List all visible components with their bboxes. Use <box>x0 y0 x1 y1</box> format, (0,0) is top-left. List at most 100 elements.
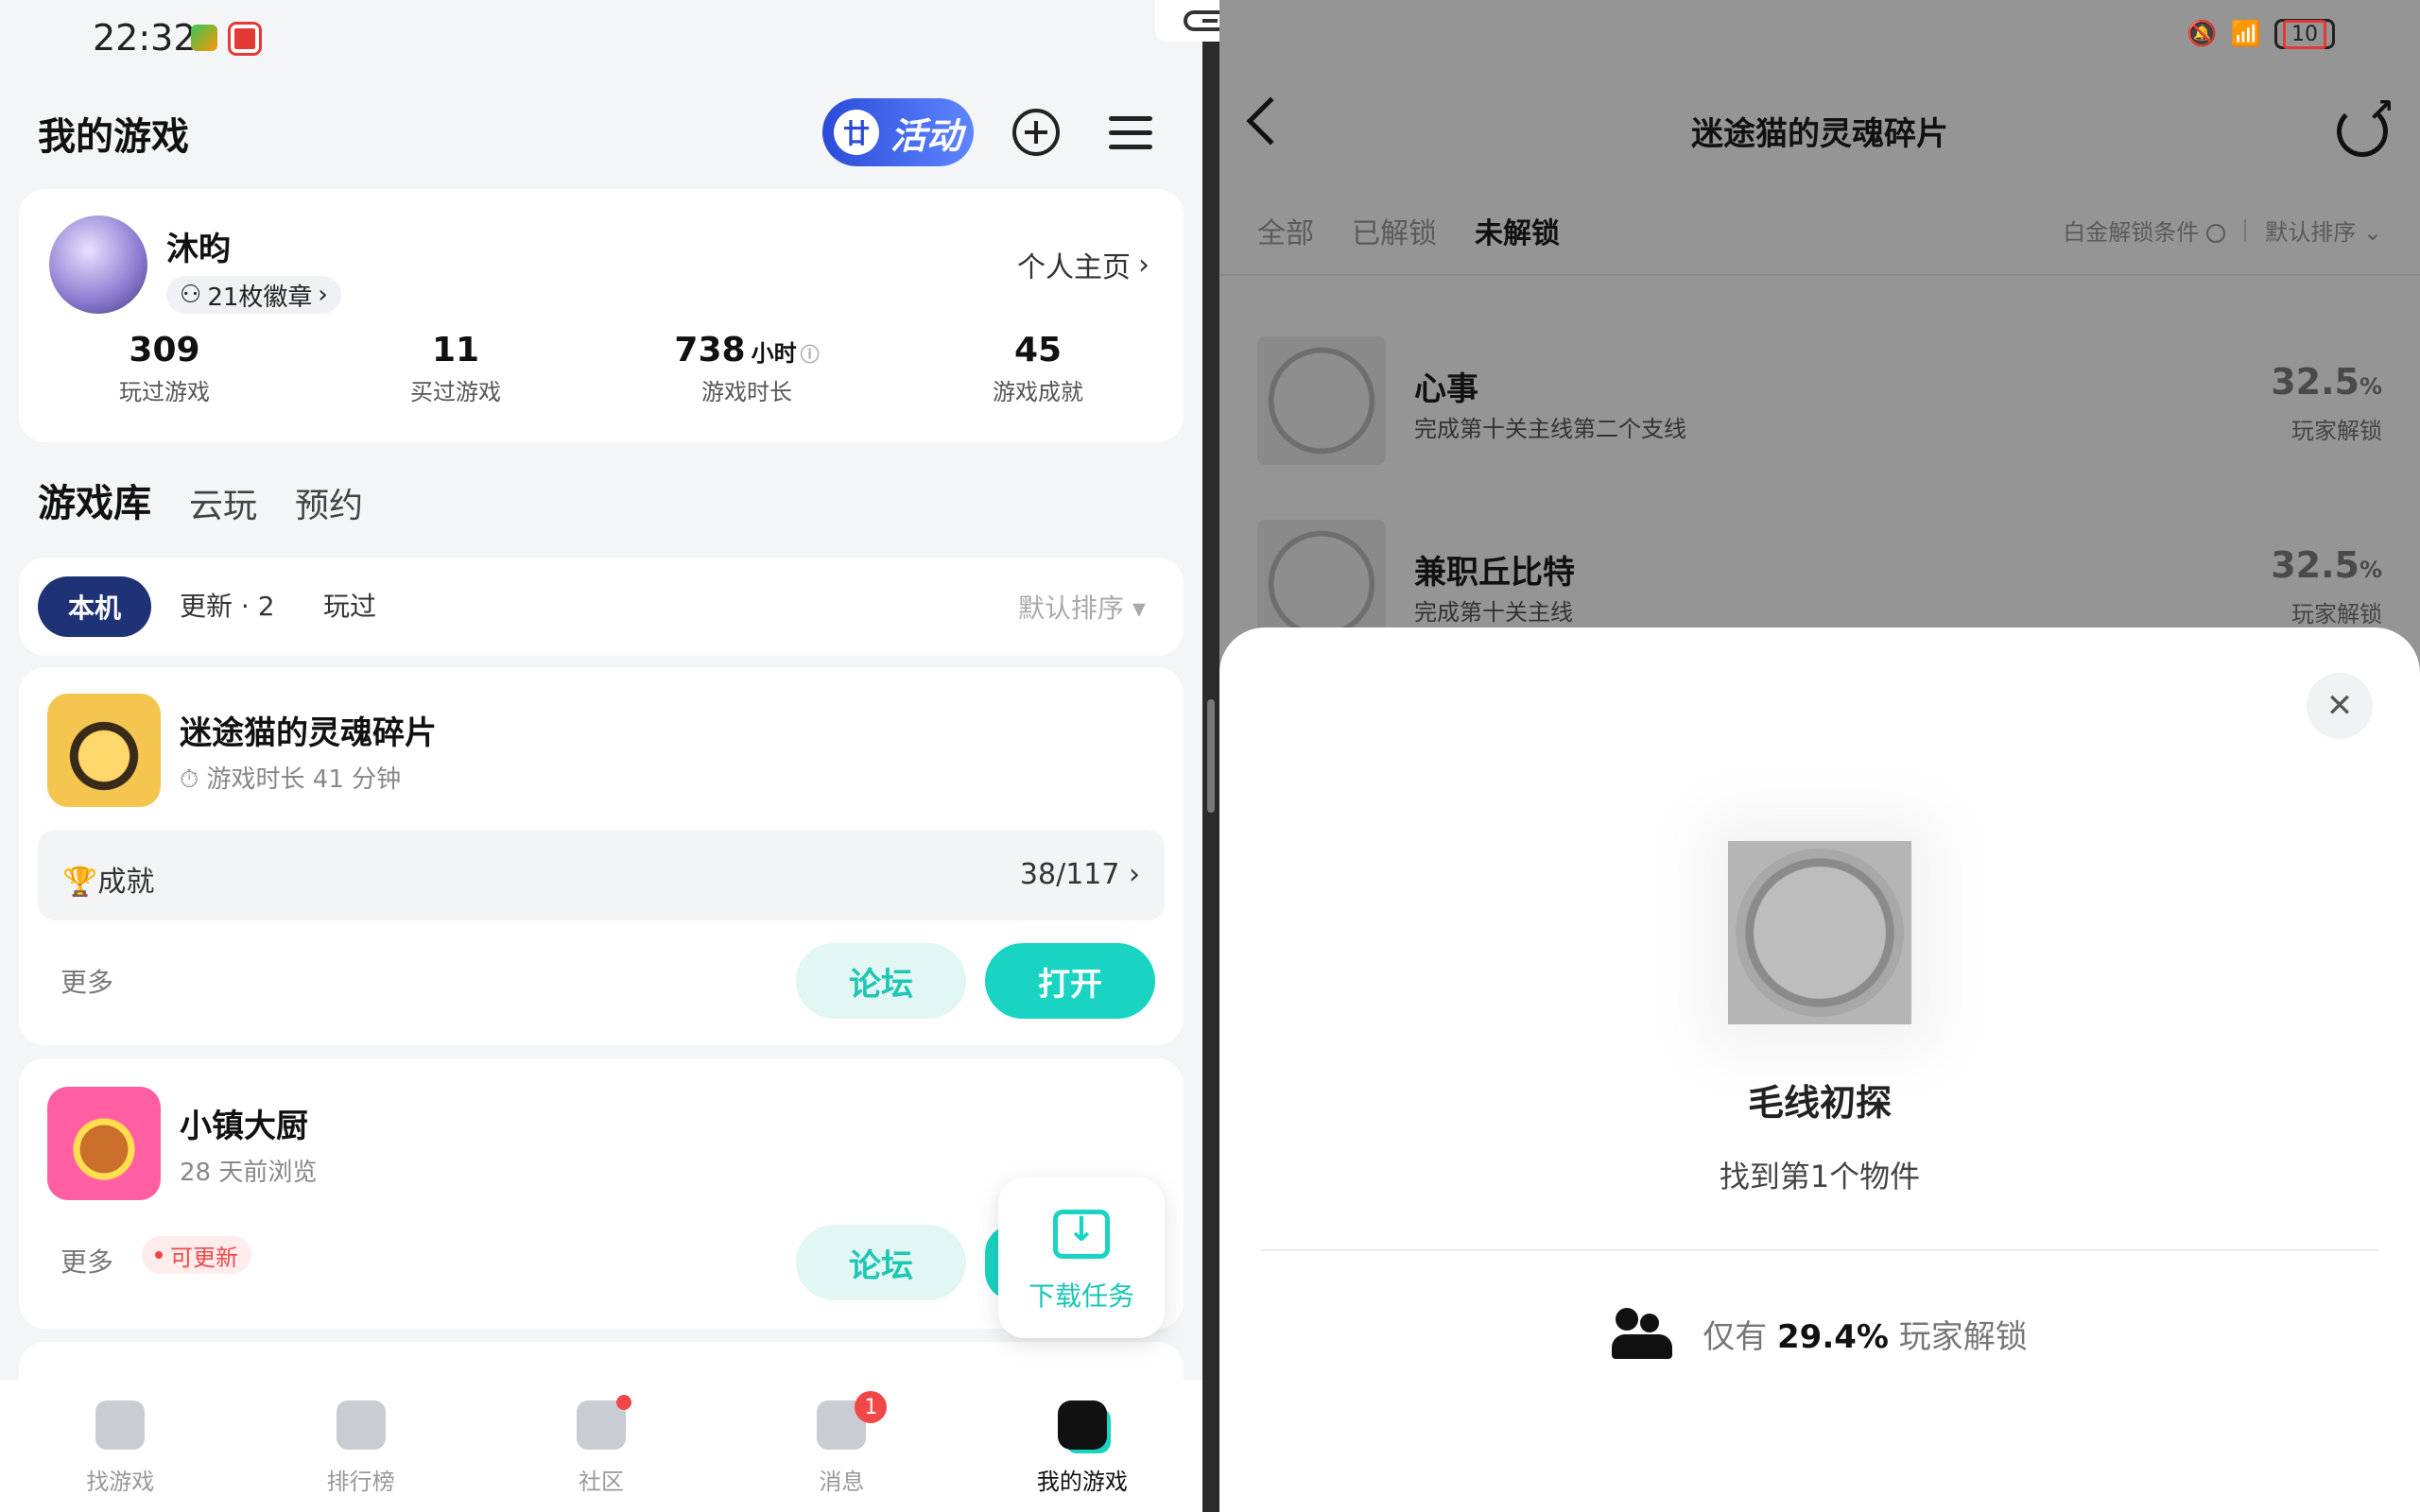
stat-value: 11 <box>431 331 480 369</box>
chevron-right-icon: › <box>1138 248 1150 282</box>
badges-button[interactable]: ⚇ 21枚徽章 › <box>166 276 341 314</box>
stat-playtime[interactable]: 738 小时 ⓘ 游戏时长 <box>601 331 892 406</box>
nav-label: 消息 <box>819 1469 865 1495</box>
video-app-icon <box>191 25 217 51</box>
stat-bought[interactable]: 11 买过游戏 <box>310 331 601 406</box>
my-games-pane: 22:32 我的游戏 廿 活动 沐昀 ⚇ 21枚徽章 › 个人主页 › 309 … <box>0 0 1202 1512</box>
radio-icon <box>2206 224 2226 243</box>
game-name[interactable]: 小镇大厨 <box>180 1100 308 1146</box>
download-tasks-button[interactable]: 下载任务 <box>998 1177 1165 1338</box>
page-title: 我的游戏 <box>38 115 189 159</box>
people-icon <box>1612 1308 1674 1359</box>
game-card: 迷途猫的灵魂碎片 ⏱ 游戏时长 41 分钟 🏆成就 38/117 › 更多 论坛… <box>19 667 1184 1045</box>
menu-icon <box>1109 115 1152 121</box>
status-app-icons <box>191 22 262 56</box>
achievement-pct-label: 玩家解锁 <box>2291 601 2382 627</box>
info-icon[interactable]: ⓘ <box>801 343 820 366</box>
stat-label: 游戏时长 <box>701 379 792 405</box>
menu-button[interactable] <box>1102 104 1159 161</box>
avatar[interactable] <box>49 215 147 314</box>
filter-update[interactable]: 更新 · 2 <box>180 586 275 624</box>
hammer-icon <box>95 1400 146 1450</box>
split-divider[interactable] <box>1202 0 1219 1512</box>
unlock-rate-value: 29.4% <box>1777 1317 1889 1356</box>
achievement-icon <box>1257 336 1386 465</box>
plus-circle-icon <box>1012 109 1060 156</box>
add-button[interactable] <box>1008 104 1064 161</box>
ranking-icon <box>336 1400 386 1450</box>
game-name[interactable]: 迷途猫的灵魂碎片 <box>180 707 437 753</box>
chevron-right-icon: › <box>1129 858 1140 891</box>
nav-label: 排行榜 <box>326 1469 395 1495</box>
stat-achievements[interactable]: 45 游戏成就 <box>892 331 1184 406</box>
tab-unlocked[interactable]: 已解锁 <box>1352 210 1437 251</box>
tab-locked[interactable]: 未解锁 <box>1475 210 1560 251</box>
open-button[interactable]: 打开 <box>985 943 1155 1019</box>
stopwatch-icon: ⏱ <box>180 765 207 794</box>
achievement-row[interactable]: 🏆成就 38/117 › <box>38 830 1165 920</box>
achievement-tabs: 全部 已解锁 未解锁 <box>1257 210 1560 251</box>
tab-reserve[interactable]: 预约 <box>295 478 363 527</box>
status-time: 22:32 <box>93 17 197 59</box>
unread-badge: 1 <box>855 1391 888 1423</box>
profile-stats: 309 玩过游戏 11 买过游戏 738 小时 ⓘ 游戏时长 45 游戏成就 <box>19 331 1184 406</box>
username: 沐昀 <box>166 231 231 268</box>
notes-app-icon <box>228 22 262 56</box>
update-badge: 可更新 <box>142 1236 251 1274</box>
tab-library[interactable]: 游戏库 <box>38 472 151 527</box>
profile-home-link[interactable]: 个人主页 › <box>1017 244 1150 285</box>
notification-dot <box>616 1395 632 1410</box>
stat-value: 45 <box>1013 331 1063 369</box>
sort-dropdown[interactable]: 默认排序 ▾ <box>1018 588 1146 626</box>
download-tasks-label: 下载任务 <box>1028 1280 1134 1312</box>
sort-dropdown[interactable]: 默认排序 ⌄ <box>2265 214 2382 247</box>
split-handle[interactable] <box>1207 699 1215 813</box>
status-icons: 🔕 📶 10 <box>2187 19 2335 49</box>
activity-button[interactable]: 廿 活动 <box>822 98 974 166</box>
achievement-name: 毛线初探 <box>1747 1082 1892 1124</box>
achievement-item[interactable]: 心事 完成第十关主线第二个支线 32.5% 玩家解锁 <box>1257 336 2382 469</box>
stat-label: 玩过游戏 <box>119 379 210 405</box>
nav-messages[interactable]: 1 消息 <box>721 1380 961 1512</box>
nav-ranking[interactable]: 排行榜 <box>240 1380 480 1512</box>
stat-value: 309 <box>129 331 200 369</box>
filter-bar: 本机 更新 · 2 玩过 默认排序 ▾ <box>19 558 1184 656</box>
tab-all[interactable]: 全部 <box>1257 210 1314 251</box>
stat-label: 游戏成就 <box>993 379 1083 405</box>
achievement-description: 找到第1个物件 <box>1719 1159 1921 1194</box>
unlock-rate: 仅有 29.4% 玩家解锁 <box>1219 1308 2420 1359</box>
activity-label: 活动 <box>890 114 962 157</box>
nav-community[interactable]: 社区 <box>481 1380 721 1512</box>
forum-button[interactable]: 论坛 <box>796 1225 966 1300</box>
achievement-desc: 完成第十关主线 <box>1414 599 1573 626</box>
filter-local[interactable]: 本机 <box>38 576 151 637</box>
tab-cloud[interactable]: 云玩 <box>189 478 257 527</box>
achievement-desc: 完成第十关主线第二个支线 <box>1414 416 1686 442</box>
platinum-condition-toggle[interactable]: 白金解锁条件 <box>2063 214 2226 247</box>
more-button[interactable]: 更多 <box>60 962 113 1000</box>
stat-value: 738 <box>674 331 746 369</box>
divider <box>1219 274 2420 276</box>
achievement-pct: 32.5% <box>2271 361 2382 403</box>
divider <box>1261 1249 2378 1251</box>
game-icon[interactable] <box>47 1087 161 1200</box>
achievement-detail-sheet: ✕ 毛线初探 找到第1个物件 仅有 29.4% 玩家解锁 <box>1219 627 2420 1512</box>
chevron-down-icon: ⌄ <box>2362 219 2382 246</box>
stat-played[interactable]: 309 玩过游戏 <box>19 331 310 406</box>
coin-icon: 廿 <box>833 110 879 155</box>
nav-find-games[interactable]: 找游戏 <box>0 1380 240 1512</box>
close-icon[interactable]: ✕ <box>2307 673 2373 739</box>
share-icon[interactable] <box>2337 92 2394 157</box>
achievement-label: 🏆成就 <box>62 866 155 899</box>
playtime-text: 游戏时长 41 分钟 <box>206 765 402 794</box>
game-icon[interactable] <box>47 694 161 807</box>
more-button[interactable]: 更多 <box>60 1242 113 1280</box>
wifi-icon: 📶 <box>2230 20 2261 48</box>
nav-my-games[interactable]: 我的游戏 <box>962 1380 1202 1512</box>
filter-played[interactable]: 玩过 <box>323 586 376 624</box>
stat-unit: 小时 <box>751 340 797 367</box>
forum-button[interactable]: 论坛 <box>796 943 966 1019</box>
medal-icon: ⚇ <box>180 281 202 309</box>
achievement-count: 38/117 › <box>1019 858 1140 891</box>
achievement-filters: 白金解锁条件 默认排序 ⌄ <box>2063 214 2382 247</box>
